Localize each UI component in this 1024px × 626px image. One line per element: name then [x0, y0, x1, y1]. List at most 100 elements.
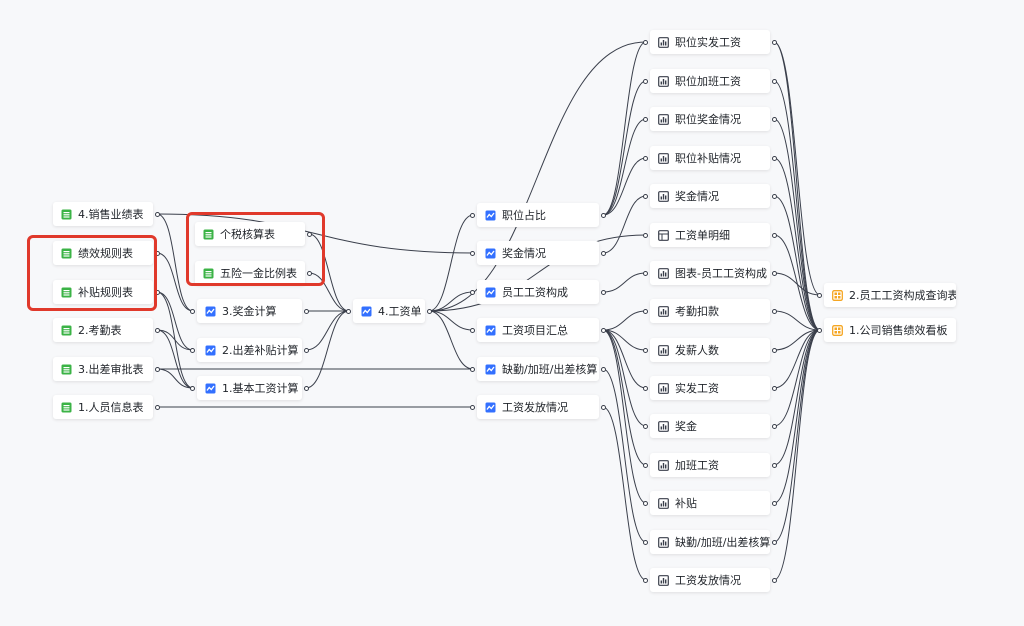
node-payroll[interactable]: 4.工资单: [353, 299, 425, 323]
node-c-bonus2[interactable]: 奖金: [650, 414, 770, 438]
output-port[interactable]: [304, 385, 309, 391]
compute-icon: [485, 325, 502, 336]
input-port[interactable]: [470, 327, 475, 333]
input-port[interactable]: [190, 347, 195, 353]
node-base-calc[interactable]: 1.基本工资计算: [197, 376, 302, 400]
node-attendance[interactable]: 2.考勤表: [53, 318, 153, 342]
edge-payroll-to-absence_calc: [428, 310, 474, 370]
output-port[interactable]: [427, 308, 432, 314]
output-port[interactable]: [772, 500, 777, 506]
input-port[interactable]: [643, 193, 648, 199]
input-port[interactable]: [643, 577, 648, 583]
node-salary-compose[interactable]: 员工工资构成: [477, 280, 599, 304]
output-port[interactable]: [772, 308, 777, 314]
output-port[interactable]: [772, 385, 777, 391]
output-port[interactable]: [155, 211, 160, 217]
output-port[interactable]: [772, 462, 777, 468]
input-port[interactable]: [643, 116, 648, 122]
output-port[interactable]: [772, 78, 777, 84]
input-port[interactable]: [643, 423, 648, 429]
output-port[interactable]: [772, 155, 777, 161]
output-port[interactable]: [601, 366, 606, 372]
node-c-headcount[interactable]: 发薪人数: [650, 338, 770, 362]
output-port[interactable]: [772, 116, 777, 122]
node-absence-calc[interactable]: 缺勤/加班/出差核算: [477, 357, 599, 381]
edge-salary_compose-to-c_chart_compose: [602, 272, 647, 293]
node-d-board[interactable]: 1.公司销售绩效看板: [824, 318, 956, 342]
output-port[interactable]: [601, 289, 606, 295]
input-port[interactable]: [190, 308, 195, 314]
input-port[interactable]: [643, 232, 648, 238]
output-port[interactable]: [601, 250, 606, 256]
node-salary-summary[interactable]: 工资项目汇总: [477, 318, 599, 342]
output-port[interactable]: [772, 232, 777, 238]
output-port[interactable]: [155, 404, 160, 410]
input-port[interactable]: [470, 289, 475, 295]
output-port[interactable]: [772, 347, 777, 353]
node-c-overtime[interactable]: 加班工资: [650, 453, 770, 477]
node-c-pay-status[interactable]: 工资发放情况: [650, 568, 770, 592]
input-port[interactable]: [346, 308, 351, 314]
node-c-subsidy[interactable]: 补贴: [650, 491, 770, 515]
output-port[interactable]: [772, 270, 777, 276]
node-bonus-status[interactable]: 奖金情况: [477, 241, 599, 265]
output-port[interactable]: [772, 193, 777, 199]
input-port[interactable]: [643, 347, 648, 353]
node-c-pos-subsidy[interactable]: 职位补贴情况: [650, 146, 770, 170]
compute-icon: [485, 402, 502, 413]
input-port[interactable]: [817, 327, 822, 333]
chart-icon: [658, 382, 675, 394]
edge-attendance-to-travel_calc: [156, 329, 194, 351]
output-port[interactable]: [772, 423, 777, 429]
input-port[interactable]: [643, 78, 648, 84]
node-label: 奖金情况: [675, 190, 719, 203]
node-sales-sheet[interactable]: 4.销售业绩表: [53, 202, 153, 226]
node-staff-info[interactable]: 1.人员信息表: [53, 395, 153, 419]
output-port[interactable]: [772, 39, 777, 45]
input-port[interactable]: [643, 462, 648, 468]
node-c-pos-overtime[interactable]: 职位加班工资: [650, 69, 770, 93]
node-c-payroll-detail[interactable]: 工资单明细: [650, 223, 770, 247]
node-travel-calc[interactable]: 2.出差补贴计算: [197, 338, 302, 362]
output-port[interactable]: [304, 347, 309, 353]
node-pos-ratio[interactable]: 职位占比: [477, 203, 599, 227]
node-d-query[interactable]: 2.员工工资构成查询表: [824, 283, 956, 307]
input-port[interactable]: [470, 366, 475, 372]
edge-c_bonus-to-d_board: [773, 195, 821, 331]
chart-icon: [658, 305, 675, 317]
input-port[interactable]: [643, 500, 648, 506]
node-c-chart-compose[interactable]: 图表-员工工资构成: [650, 261, 770, 285]
node-c-pos-actual[interactable]: 职位实发工资: [650, 30, 770, 54]
input-port[interactable]: [643, 270, 648, 276]
node-travel-approval[interactable]: 3.出差审批表: [53, 357, 153, 381]
output-port[interactable]: [772, 577, 777, 583]
node-label: 2.出差补贴计算: [222, 344, 299, 357]
input-port[interactable]: [643, 385, 648, 391]
input-port[interactable]: [643, 155, 648, 161]
output-port[interactable]: [155, 327, 160, 333]
node-c-bonus[interactable]: 奖金情况: [650, 184, 770, 208]
input-port[interactable]: [643, 39, 648, 45]
input-port[interactable]: [470, 212, 475, 218]
output-port[interactable]: [601, 404, 606, 410]
output-port[interactable]: [601, 212, 606, 218]
output-port[interactable]: [772, 539, 777, 545]
input-port[interactable]: [643, 539, 648, 545]
output-port[interactable]: [304, 308, 309, 314]
input-port[interactable]: [190, 385, 195, 391]
node-c-absence[interactable]: 缺勤/加班/出差核算: [650, 530, 770, 554]
node-c-actual[interactable]: 实发工资: [650, 376, 770, 400]
node-label: 补贴: [675, 497, 697, 510]
input-port[interactable]: [643, 308, 648, 314]
node-c-pos-bonus[interactable]: 职位奖金情况: [650, 107, 770, 131]
lineage-canvas[interactable]: 4.销售业绩表 绩效规则表 补贴规则表 2.考勤表 3.出差审批表 1.人员信息表 个税核算…: [0, 0, 1024, 626]
compute-icon: [205, 383, 222, 394]
input-port[interactable]: [817, 292, 822, 298]
output-port[interactable]: [601, 327, 606, 333]
output-port[interactable]: [155, 366, 160, 372]
node-c-deduct[interactable]: 考勤扣款: [650, 299, 770, 323]
input-port[interactable]: [470, 250, 475, 256]
input-port[interactable]: [470, 404, 475, 410]
node-bonus-calc[interactable]: 3.奖金计算: [197, 299, 302, 323]
node-pay-status[interactable]: 工资发放情况: [477, 395, 599, 419]
